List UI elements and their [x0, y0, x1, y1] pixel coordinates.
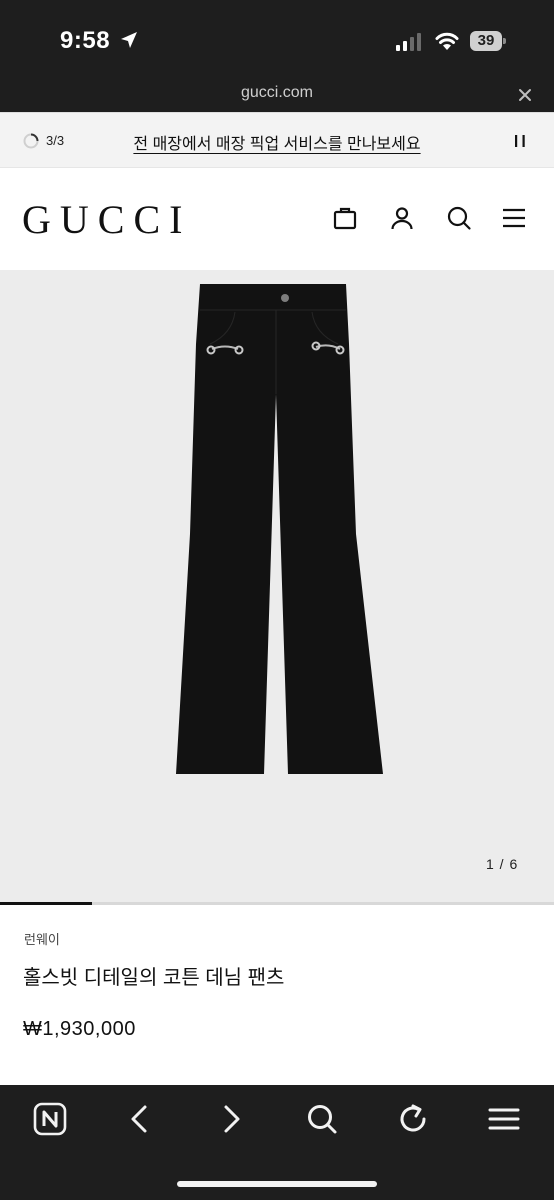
naver-home-icon[interactable] [32, 1101, 68, 1137]
product-price: ₩1,930,000 [23, 1018, 136, 1040]
promo-link[interactable]: 전 매장에서 매장 픽업 서비스를 만나보세요 [0, 130, 554, 154]
wifi-icon [435, 32, 459, 50]
location-arrow-icon [121, 32, 137, 48]
product-info: 런웨이 홀스빗 디테일의 코튼 데님 팬츠 ₩1,930,000 [0, 905, 554, 1085]
shopping-bag-icon[interactable] [332, 205, 358, 231]
reload-icon[interactable] [395, 1101, 431, 1137]
search-icon[interactable] [446, 205, 472, 231]
cellular-signal-icon [396, 33, 421, 51]
promo-banner: 3/3 전 매장에서 매장 픽업 서비스를 만나보세요 [0, 112, 554, 168]
product-category[interactable]: 런웨이 [24, 929, 60, 948]
battery-tip [503, 38, 506, 44]
image-counter: 1 / 6 [486, 856, 519, 872]
battery-level: 39 [470, 31, 502, 51]
home-indicator[interactable] [177, 1181, 377, 1187]
status-bar: 9:58 39 [0, 0, 554, 78]
user-icon[interactable] [389, 205, 415, 231]
product-image-gallery[interactable]: 1 / 6 [0, 270, 554, 902]
browser-toolbar [0, 1085, 554, 1200]
status-time: 9:58 [60, 27, 111, 54]
product-image-jeans[interactable] [160, 284, 392, 778]
promo-text[interactable]: 전 매장에서 매장 픽업 서비스를 만나보세요 [133, 136, 420, 153]
gucci-logo[interactable]: GUCCI [22, 196, 191, 243]
pause-icon[interactable] [511, 132, 529, 150]
battery-icon: 39 [470, 31, 506, 51]
url-text[interactable]: gucci.com [0, 84, 554, 102]
site-header: GUCCI [0, 168, 554, 270]
close-icon[interactable] [515, 85, 535, 105]
product-name: 홀스빗 디테일의 코튼 데님 팬츠 [23, 967, 285, 989]
search-icon[interactable] [304, 1101, 340, 1137]
menu-icon[interactable] [486, 1101, 522, 1137]
forward-icon[interactable] [213, 1101, 249, 1137]
url-bar[interactable]: gucci.com [0, 78, 554, 112]
menu-icon[interactable] [501, 205, 527, 231]
back-icon[interactable] [122, 1101, 158, 1137]
